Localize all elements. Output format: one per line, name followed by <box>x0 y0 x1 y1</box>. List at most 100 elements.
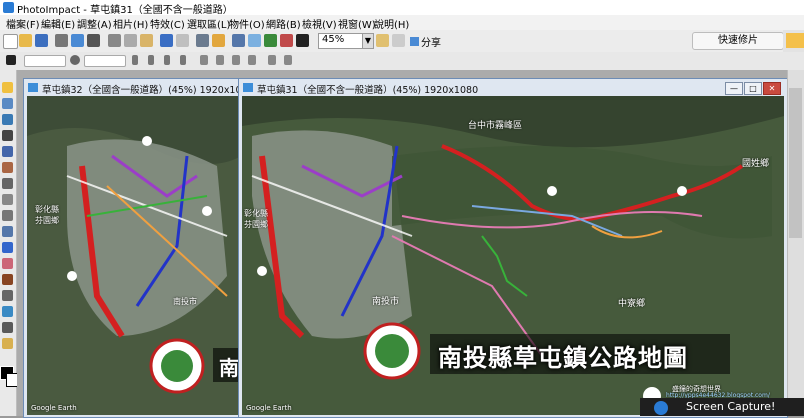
menu-adjust[interactable]: 調整(A) <box>77 16 112 31</box>
menu-selection[interactable]: 選取區(L) <box>187 16 230 31</box>
preview-icon[interactable] <box>196 34 209 47</box>
menu-file[interactable]: 檔案(F) <box>6 16 40 31</box>
app-logo-icon <box>3 2 14 13</box>
quick-fix-button[interactable]: 快速修片 <box>692 32 784 50</box>
window-title-31: 草屯鎮31（全國不含一般道路）(45%) 1920x1080 <box>257 85 479 96</box>
google-earth-watermark: Google Earth <box>31 404 77 412</box>
place-label-wufeng: 台中市霧峰區 <box>468 121 523 131</box>
align-right-icon[interactable] <box>180 55 186 65</box>
menu-window[interactable]: 視窗(W) <box>338 16 376 31</box>
clone-tool-icon[interactable] <box>2 226 13 237</box>
cut-icon[interactable] <box>108 34 121 47</box>
distribute-icon[interactable] <box>200 55 208 65</box>
minimize-button[interactable]: — <box>725 82 743 95</box>
document-window-31[interactable]: 草屯鎮31（全國不含一般道路）(45%) 1920x1080 — □ ✕ 台中市… <box>238 78 788 418</box>
share-label: 分享 <box>421 38 441 49</box>
print-icon[interactable] <box>55 34 68 47</box>
map-image-32 <box>27 96 241 415</box>
rotate-icon[interactable] <box>264 34 277 47</box>
paste-icon[interactable] <box>140 34 153 47</box>
menu-web[interactable]: 網路(B) <box>266 16 301 31</box>
banner-partial: 南 <box>219 356 239 380</box>
window-title-32: 草屯鎮32（全國含一般道路）(45%) 1920x1080 <box>42 85 254 96</box>
effects-icon[interactable] <box>212 34 225 47</box>
zoom-out-icon[interactable] <box>392 34 405 47</box>
width-field[interactable] <box>84 55 126 67</box>
scrollbar-thumb[interactable] <box>789 88 802 238</box>
text-tool-icon[interactable] <box>2 146 13 157</box>
new-file-icon[interactable] <box>3 34 18 49</box>
share-icon <box>410 37 419 46</box>
crop-icon[interactable] <box>232 34 245 47</box>
expand-panel-button[interactable] <box>786 33 804 48</box>
google-earth-watermark: Google Earth <box>246 404 292 412</box>
share-button[interactable]: 分享 <box>410 34 441 49</box>
stamp-tool-icon[interactable] <box>2 338 13 349</box>
toast-text: Screen Capture! <box>686 400 776 413</box>
menu-edit[interactable]: 編輯(E) <box>41 16 75 31</box>
fill-tool-icon[interactable] <box>2 274 13 285</box>
maximize-button[interactable]: □ <box>744 82 762 95</box>
crop-tool-icon[interactable] <box>2 130 13 141</box>
ungroup-icon[interactable] <box>248 55 256 65</box>
place-label-guoxing: 國姓鄉 <box>742 159 770 169</box>
retouch-tool-icon[interactable] <box>2 242 13 253</box>
map-banner-title: 南投縣草屯鎮公路地圖 <box>438 344 688 372</box>
menu-object[interactable]: 物件(O) <box>229 16 265 31</box>
align-left-icon[interactable] <box>164 55 170 65</box>
image-icon <box>28 83 38 92</box>
shape-icon[interactable] <box>70 55 80 65</box>
zoom-in-icon[interactable] <box>376 34 389 47</box>
menu-bar: 檔案(F) 編輯(E) 調整(A) 相片(H) 特效(C) 選取區(L) 物件(… <box>0 15 804 31</box>
menu-photo[interactable]: 相片(H) <box>113 16 148 31</box>
transform-tool-icon[interactable] <box>2 162 13 173</box>
enhance-icon[interactable] <box>248 34 261 47</box>
menu-view[interactable]: 檢視(V) <box>302 16 337 31</box>
image-icon <box>243 83 253 92</box>
document-window-32[interactable]: 草屯鎮32（全國含一般道路）(45%) 1920x1080 彰化縣 芬園鄉 南投… <box>23 78 254 418</box>
layers-icon[interactable] <box>296 34 309 47</box>
title-bar: PhotoImpact - 草屯鎮31（全國不含一般道路） <box>0 0 804 16</box>
distribute-v-icon[interactable] <box>216 55 224 65</box>
save-icon[interactable] <box>35 34 48 47</box>
menu-effects[interactable]: 特效(C) <box>150 16 185 31</box>
menu-help[interactable]: 說明(H) <box>374 16 409 31</box>
scan-icon[interactable] <box>71 34 84 47</box>
group-icon[interactable] <box>232 55 240 65</box>
close-button[interactable]: ✕ <box>763 82 781 95</box>
chevron-down-icon: ▼ <box>362 34 373 48</box>
align-top-icon[interactable] <box>132 55 138 65</box>
place-label-nantou: 南投市 <box>173 297 197 306</box>
tool-panel <box>0 70 17 416</box>
place-label-changhua: 彰化縣 芬園鄉 <box>35 205 59 225</box>
app-title: PhotoImpact - 草屯鎮31（全國不含一般道路） <box>17 5 233 16</box>
size-field[interactable] <box>24 55 66 67</box>
zoom-select[interactable]: 45% ▼ <box>318 33 374 49</box>
shape-tool-icon[interactable] <box>2 210 13 221</box>
lasso-tool-icon[interactable] <box>2 114 13 125</box>
place-label-zhongliao: 中寮鄉 <box>618 299 646 309</box>
select-tool-icon[interactable] <box>2 98 13 109</box>
brush-tool-icon[interactable] <box>2 178 13 189</box>
copy-icon[interactable] <box>124 34 137 47</box>
redo-icon[interactable] <box>176 34 189 47</box>
place-label-changhua: 彰化縣 芬園鄉 <box>244 209 268 229</box>
pick-tool-icon[interactable] <box>2 82 13 93</box>
screen-capture-toast[interactable]: Screen Capture! <box>640 398 804 416</box>
zoom-tool-icon[interactable] <box>2 306 13 317</box>
open-folder-icon[interactable] <box>19 34 32 47</box>
color-icon[interactable] <box>280 34 293 47</box>
path-tool-icon[interactable] <box>2 290 13 301</box>
camera-icon[interactable] <box>87 34 100 47</box>
color-square-icon[interactable] <box>6 55 16 65</box>
mirror-icon[interactable] <box>284 55 292 65</box>
eraser-tool-icon[interactable] <box>2 258 13 269</box>
info-icon <box>654 401 668 415</box>
align-bottom-icon[interactable] <box>148 55 154 65</box>
line-tool-icon[interactable] <box>2 194 13 205</box>
map-canvas-32: 彰化縣 芬園鄉 南投市 南 Google Earth <box>27 96 241 415</box>
place-label-nantou: 南投市 <box>372 297 400 307</box>
flip-icon[interactable] <box>268 55 276 65</box>
eyedropper-tool-icon[interactable] <box>2 322 13 333</box>
undo-icon[interactable] <box>160 34 173 47</box>
